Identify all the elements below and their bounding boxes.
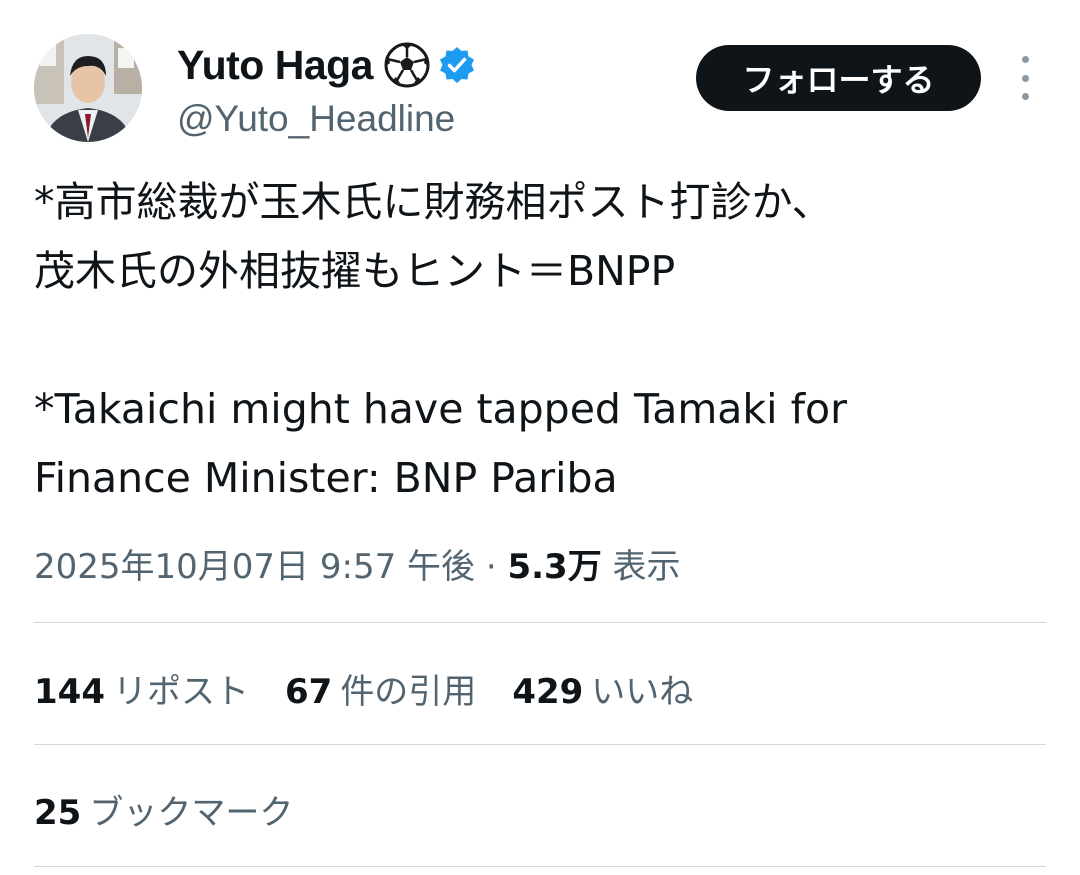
bookmarks-stat[interactable]: 25 ブックマーク — [34, 785, 329, 834]
quotes-label: 件の引用 — [340, 672, 477, 712]
user-handle[interactable]: @Yuto_Headline — [177, 98, 477, 140]
bookmarks-count: 25 — [34, 793, 82, 833]
display-name[interactable]: Yuto Haga — [177, 42, 373, 89]
bookmarks-label: ブックマーク — [89, 793, 294, 833]
tweet-meta: 2025年10月07日 9:57 午後 · 5.3万 表示 — [34, 539, 681, 588]
more-dot — [1021, 93, 1029, 100]
engagement-stats: 144 リポスト 67 件の引用 429 いいね — [34, 664, 729, 713]
tweet-text-line: *高市総裁が玉木氏に財務相ポスト打診か、 — [34, 178, 833, 226]
reposts-count: 144 — [34, 672, 105, 712]
views-label: 表示 — [612, 547, 681, 587]
tweet-text-line: *Takaichi might have tapped Tamaki for — [34, 385, 847, 433]
reposts-label: リポスト — [112, 672, 249, 712]
quotes-count: 67 — [284, 672, 333, 712]
more-vertical-icon[interactable] — [1010, 56, 1040, 100]
divider — [34, 744, 1046, 745]
tweet-text: *高市総裁が玉木氏に財務相ポスト打診か、 茂木氏の外相抜擢もヒント＝BNPP *… — [34, 168, 1044, 513]
views-count: 5.3万 — [507, 547, 602, 587]
tweet-text-line: Finance Minister: BNP Pariba — [34, 454, 618, 502]
divider — [34, 866, 1046, 867]
tweet-text-line: 茂木氏の外相抜擢もヒント＝BNPP — [34, 247, 676, 295]
user-info: Yuto Haga @Yuto_Headline — [177, 38, 477, 140]
likes-stat[interactable]: 429 いいね — [512, 664, 693, 713]
divider — [34, 622, 1046, 623]
tweet-header: Yuto Haga @Yuto_Headline フォローする — [0, 0, 1080, 150]
avatar-image — [34, 34, 142, 142]
display-name-row: Yuto Haga — [177, 38, 477, 92]
meta-separator: · — [485, 547, 497, 587]
more-dot — [1021, 74, 1029, 82]
likes-label: いいね — [591, 672, 694, 712]
bookmarks-stat-inner: 25 ブックマーク — [34, 793, 293, 833]
likes-count: 429 — [512, 672, 584, 712]
verified-badge-icon — [439, 47, 474, 83]
tweet-text-spacer — [34, 306, 1044, 375]
follow-button[interactable]: フォローする — [696, 45, 981, 111]
reposts-stat[interactable]: 144 リポスト — [34, 664, 249, 713]
avatar[interactable] — [34, 34, 142, 142]
soccer-ball-icon — [384, 42, 430, 88]
more-dot — [1021, 56, 1029, 63]
timestamp[interactable]: 2025年10月07日 9:57 午後 — [34, 547, 475, 587]
quotes-stat[interactable]: 67 件の引用 — [285, 664, 476, 713]
